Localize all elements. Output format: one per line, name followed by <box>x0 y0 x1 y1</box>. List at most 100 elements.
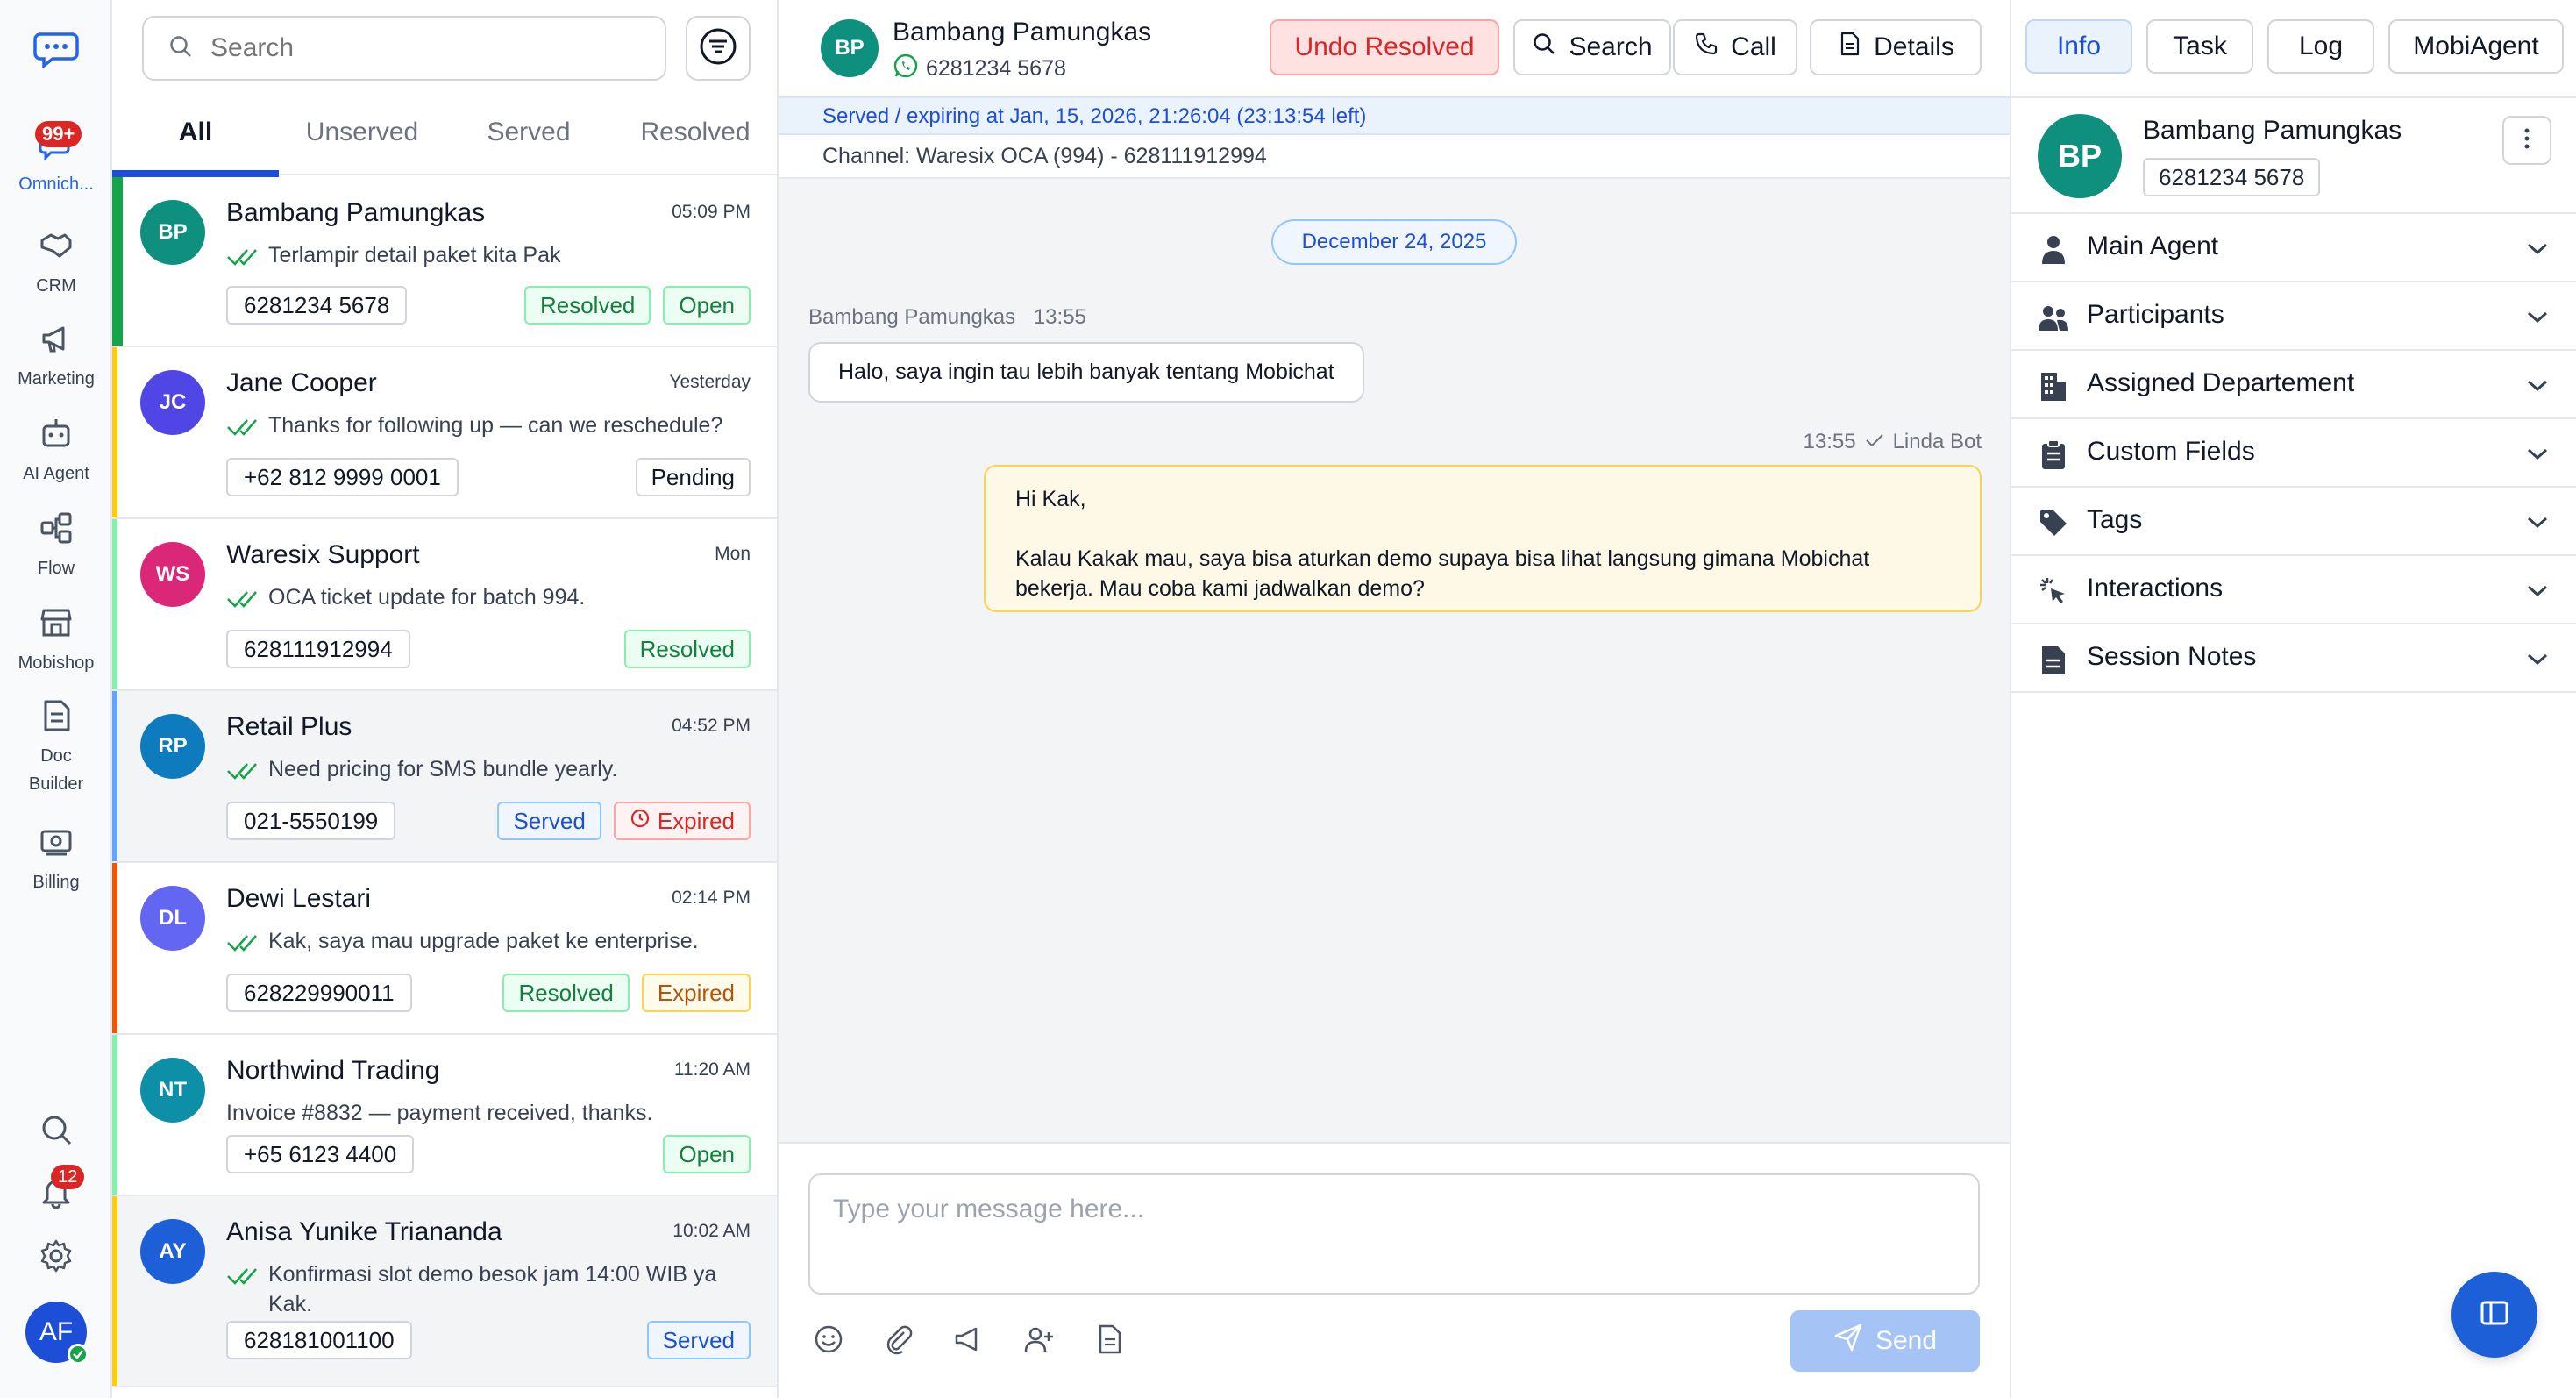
tab-resolved[interactable]: Resolved <box>612 100 777 174</box>
nav-item-doc-builder[interactable]: Doc Builder <box>0 689 112 809</box>
section-tags[interactable]: Tags <box>2011 488 2576 556</box>
phone-chip: +65 6123 4400 <box>226 1135 415 1173</box>
composer-toolbar <box>808 1319 1129 1359</box>
section-label: Interactions <box>2087 574 2224 603</box>
status-bar <box>112 347 117 517</box>
phone-chip: 021-5550199 <box>226 802 396 840</box>
nav-item-mobishop[interactable]: Mobishop <box>0 596 112 688</box>
preview-text: Thanks for following up — can we resched… <box>268 413 723 438</box>
avatar: AF <box>25 1302 89 1365</box>
avatar: WS <box>140 542 205 607</box>
broadcast-icon[interactable] <box>949 1319 989 1359</box>
filter-button[interactable] <box>686 16 751 81</box>
building-icon <box>2038 370 2069 402</box>
nav-label: Marketing <box>18 369 95 389</box>
notifications-button[interactable]: 12 <box>0 1165 112 1216</box>
chevron-down-icon <box>2523 303 2551 332</box>
conversation-search-input[interactable] <box>210 33 631 63</box>
details-label: Details <box>1874 32 1954 61</box>
conversation-item[interactable]: BP Bambang Pamungkas 05:09 PM Terlampir … <box>112 177 777 347</box>
user-avatar-button[interactable]: AF <box>0 1300 112 1365</box>
chevron-down-icon <box>2523 235 2551 263</box>
undo-resolved-button[interactable]: Undo Resolved <box>1270 19 1499 75</box>
nav-rail: 99+ Omnich... CRM Marketing AI Agent Flo… <box>0 0 112 1398</box>
sender-name: Bambang Pamungkas <box>808 305 1016 329</box>
clipboard-icon <box>2038 439 2069 470</box>
info-panel-tabs: Info Task Log MobiAgent <box>2025 19 2564 74</box>
people-icon <box>2038 302 2069 333</box>
message-input[interactable] <box>808 1173 1980 1295</box>
settings-button[interactable] <box>0 1237 112 1279</box>
date-separator: December 24, 2025 <box>1271 219 1517 265</box>
tab-unserved[interactable]: Unserved <box>279 100 445 174</box>
send-button[interactable]: Send <box>1790 1310 1980 1372</box>
global-search-button[interactable] <box>0 1110 112 1152</box>
tab-log[interactable]: Log <box>2267 19 2374 74</box>
section-label: Session Notes <box>2087 642 2257 671</box>
call-button[interactable]: Call <box>1673 19 1797 75</box>
preview-text: Invoice #8832 — payment received, thanks… <box>226 1101 653 1125</box>
section-main-agent[interactable]: Main Agent <box>2011 214 2576 282</box>
section-assigned-department[interactable]: Assigned Departement <box>2011 351 2576 419</box>
nav-label: Omnich... <box>18 175 94 194</box>
section-label: Assigned Departement <box>2087 368 2355 397</box>
sender-name: Linda Bot <box>1892 430 1982 453</box>
tab-info[interactable]: Info <box>2025 19 2132 74</box>
status-bar <box>112 863 117 1033</box>
contact-name: Waresix Support <box>226 540 420 569</box>
message-composer: Send <box>779 1142 2010 1398</box>
conversation-item[interactable]: NT Northwind Trading 11:20 AM Invoice #8… <box>112 1035 777 1196</box>
chevron-down-icon <box>2523 646 2551 674</box>
chevron-down-icon <box>2523 440 2551 468</box>
tab-all[interactable]: All <box>112 100 279 177</box>
tag-icon <box>2038 507 2069 539</box>
section-participants[interactable]: Participants <box>2011 282 2576 351</box>
gear-icon <box>39 1238 74 1278</box>
tag-group: Resolved Expired <box>502 974 751 1012</box>
conversation-item[interactable]: AY Anisa Yunike Triananda 10:02 AM Konfi… <box>112 1196 777 1387</box>
nav-item-marketing[interactable]: Marketing <box>0 312 112 403</box>
nav-label: Billing <box>32 873 80 892</box>
section-custom-fields[interactable]: Custom Fields <box>2011 419 2576 488</box>
chevron-down-icon <box>2523 509 2551 537</box>
conversation-item[interactable]: WS Waresix Support Mon OCA ticket update… <box>112 519 777 691</box>
app-logo-icon[interactable] <box>30 26 82 72</box>
section-session-notes[interactable]: Session Notes <box>2011 624 2576 693</box>
details-button[interactable]: Details <box>1810 19 1982 75</box>
tab-mobiagent[interactable]: MobiAgent <box>2388 19 2564 74</box>
outgoing-message-bubble: Hi Kak, Kalau Kakak mau, saya bisa aturk… <box>984 465 1982 612</box>
attachment-icon[interactable] <box>879 1319 919 1359</box>
search-messages-button[interactable]: Search <box>1513 19 1671 75</box>
contact-info-panel: Info Task Log MobiAgent BP Bambang Pamun… <box>2010 0 2576 1398</box>
status-badge: Open <box>663 286 751 325</box>
conversation-item[interactable]: RP Retail Plus 04:52 PM Need pricing for… <box>112 691 777 863</box>
contact-name: Dewi Lestari <box>226 884 372 913</box>
template-icon[interactable] <box>1089 1319 1129 1359</box>
conversation-item[interactable]: DL Dewi Lestari 02:14 PM Kak, saya mau u… <box>112 863 777 1035</box>
nav-label: CRM <box>36 276 76 296</box>
tab-task[interactable]: Task <box>2146 19 2253 74</box>
nav-item-billing[interactable]: Billing <box>0 816 112 907</box>
emoji-icon[interactable] <box>808 1319 849 1359</box>
conversation-search-box[interactable] <box>142 16 666 81</box>
expired-label: Expired <box>657 808 735 834</box>
section-interactions[interactable]: Interactions <box>2011 556 2576 624</box>
nav-item-crm[interactable]: CRM <box>0 219 112 310</box>
more-options-button[interactable] <box>2502 116 2551 165</box>
avatar: BP <box>2038 114 2122 198</box>
nav-item-flow[interactable]: Flow <box>0 502 112 593</box>
avatar: AY <box>140 1219 205 1284</box>
phone-chip: 628111912994 <box>226 630 410 668</box>
status-badge: Resolved <box>523 286 651 325</box>
double-check-icon <box>226 760 268 789</box>
conversation-item[interactable]: JC Jane Cooper Yesterday Thanks for foll… <box>112 347 777 519</box>
tag-group: Resolved <box>623 630 751 668</box>
nav-item-ai-agent[interactable]: AI Agent <box>0 407 112 498</box>
message-time: 11:20 AM <box>673 1059 751 1080</box>
tab-served[interactable]: Served <box>445 100 612 174</box>
contact-name: Bambang Pamungkas <box>226 198 486 227</box>
add-participant-icon[interactable] <box>1019 1319 1059 1359</box>
contact-summary: BP Bambang Pamungkas 6281234 5678 <box>2011 96 2576 214</box>
nav-item-omnichannel[interactable]: 99+ Omnich... <box>0 118 112 209</box>
toggle-panel-button[interactable] <box>2451 1272 2537 1358</box>
